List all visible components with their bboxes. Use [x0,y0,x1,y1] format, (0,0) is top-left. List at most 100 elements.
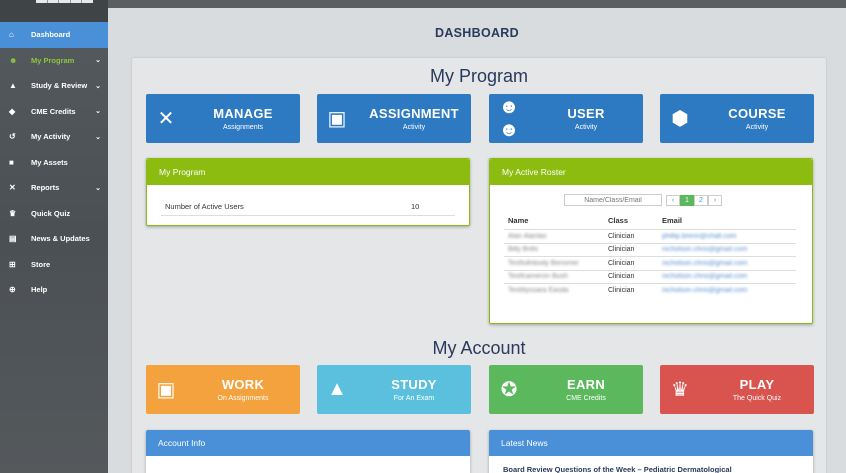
sidebar-item-my-program[interactable]: ☻ My Program ⌄ [0,48,108,74]
graduation-cap-icon: ▲ [9,81,17,91]
sidebar-item-label: Store [31,259,51,269]
sidebar-item-label: Dashboard [31,30,71,40]
table-row[interactable]: Testtilyssara Easda Clinician nicholson.ch… [504,283,796,297]
calendar-icon: ▣ [156,379,176,401]
tools-icon: ✕ [157,108,175,130]
tile-title: COURSE [728,106,786,121]
tile-title: MANAGE [213,106,273,121]
tile-subtitle: Activity [745,124,769,131]
calendar-icon: ▣ [327,108,347,130]
home-icon: ⌂ [9,30,14,40]
my-program-card: My Program Number of Active Users 10 [146,158,470,226]
roster-name-cell: Testtilyssara Easda [504,283,604,297]
account-info-card: Account Info [146,430,470,473]
sidebar-item-my-activity[interactable]: ↺ My Activity ⌄ [0,124,108,150]
top-bar [108,0,846,8]
users-icon: ☻☻ [498,95,520,141]
sidebar-item-label: Help [31,285,48,295]
table-row[interactable]: Billy Brills Clinician nicholson.chris@gma… [504,242,796,257]
graduation-cap-icon: ▲ [327,378,347,400]
user-tile-button[interactable]: ☻☻ USER Activity [489,94,643,143]
page-title: DASHBOARD [435,26,519,40]
roster-class-cell: Clinician [604,256,658,270]
news-headline-link[interactable]: Board Review Questions of the Week – Ped… [503,465,813,473]
roster-class-cell: Clinician [604,269,658,284]
tile-subtitle: For An Exam [393,395,435,402]
tile-subtitle: Assignments [222,124,264,131]
course-tile-button[interactable]: ⬢ COURSE Activity [660,94,814,143]
tile-subtitle: Activity [402,124,426,131]
pager-page-1[interactable]: 1 [680,194,694,206]
tile-subtitle: Activity [574,124,598,131]
roster-search-input[interactable] [564,194,662,206]
certificate-icon: ◆ [9,106,16,116]
roster-header-row: Name Class Email [504,212,796,230]
sidebar-item-quick-quiz[interactable]: ♛ Quick Quiz [0,201,108,227]
roster-email-cell[interactable]: nicholson.chris@gmail.com [658,256,796,270]
table-row[interactable]: Testfcameron Bush Clinician nicholson.chri… [504,269,796,284]
roster-email-cell[interactable]: nicholson.chris@gmail.com [658,283,796,297]
manage-tile-button[interactable]: ✕ MANAGE Assignments [146,94,300,143]
chevron-down-icon: ⌄ [95,133,101,141]
roster-class-cell: Clinician [604,283,658,297]
pager-page-2[interactable]: 2 [694,194,708,206]
pager-prev-button[interactable]: ‹ [666,194,680,206]
roster-email-cell[interactable]: phillip.brenn@chall.com [658,229,796,243]
sidebar-item-cme-credits[interactable]: ◆ CME Credits ⌄ [0,99,108,125]
cube-icon: ⬢ [671,108,689,130]
sidebar-item-reports[interactable]: ✕ Reports ⌄ [0,175,108,201]
assignment-tile-button[interactable]: ▣ ASSIGNMENT Activity [317,94,471,143]
section-title-my-account: My Account [432,338,526,358]
study-tile-button[interactable]: ▲ STUDY For An Exam [317,365,471,414]
table-row[interactable]: Alan Alanlas Clinician phillip.brenn@chall… [504,229,796,243]
section-title-my-program: My Program [429,66,528,86]
pager-next-button[interactable]: › [708,194,722,206]
folder-icon: ■ [9,157,14,167]
tile-title: ASSIGNMENT [369,106,459,121]
roster-controls: ‹ 1 2 › [564,194,812,206]
column-header-name: Name [508,216,529,225]
active-users-row: Number of Active Users 10 [161,202,455,216]
sidebar-item-study-review[interactable]: ▲ Study & Review ⌄ [0,73,108,99]
sidebar-nav: ⌂ Dashboard ☻ My Program ⌄ ▲ Study & Review ⌄ ◆ C… [0,22,108,303]
sidebar: ▬▬▬▬▬ ⌂ Dashboard ☻ My Program ⌄ ▲ Study & Rev… [0,0,108,473]
roster-name-cell: Testfcameron Bush [504,269,604,284]
tile-subtitle: On Assignments [217,395,269,402]
tile-title: EARN [566,377,606,392]
chevron-down-icon: ⌄ [95,57,101,65]
sidebar-item-news-updates[interactable]: ▤ News & Updates [0,226,108,252]
tools-icon: ✕ [9,183,16,193]
roster-name-cell: Testfullnbody Bensmer [504,256,604,270]
main-panel: My Program ✕ MANAGE Assignments ▣ ASSIGNMENT… [132,58,826,473]
tile-title: STUDY [391,377,437,392]
award-icon: ✪ [500,379,518,401]
trophy-icon: ♛ [9,208,17,218]
roster-email-cell[interactable]: nicholson.chris@gmail.com [658,269,796,284]
active-roster-card: My Active Roster ‹ 1 2 › Name Class Emai… [489,158,813,324]
tile-title: USER [567,106,605,121]
roster-name-cell: Alan Alanlas [504,229,604,243]
trophy-icon: ♛ [671,379,689,401]
table-row[interactable]: Testfullnbody Bensmer Clinician nicholson.… [504,256,796,270]
roster-class-cell: Clinician [604,229,658,243]
column-header-email: Email [662,216,683,225]
cart-icon: ⊞ [9,259,16,269]
tile-title: PLAY [739,377,775,392]
roster-class-cell: Clinician [604,242,658,257]
chevron-down-icon: ⌄ [95,108,101,116]
play-tile-button[interactable]: ♛ PLAY The Quick Quiz [660,365,814,414]
earn-tile-button[interactable]: ✪ EARN CME Credits [489,365,643,414]
brand-logo[interactable]: ▬▬▬▬▬ [0,0,108,22]
chevron-down-icon: ⌄ [95,82,101,90]
work-tile-button[interactable]: ▣ WORK On Assignments [146,365,300,414]
sidebar-item-my-assets[interactable]: ■ My Assets [0,150,108,176]
sidebar-item-store[interactable]: ⊞ Store [0,252,108,278]
sidebar-item-label: News & Updates [31,234,90,244]
sidebar-item-dashboard[interactable]: ⌂ Dashboard [0,22,108,48]
tile-subtitle: The Quick Quiz [732,395,782,402]
chevron-down-icon: ⌄ [95,184,101,192]
active-roster-card-header: My Active Roster [490,159,812,185]
roster-email-cell[interactable]: nicholson.chris@gmail.com [658,242,796,257]
sidebar-item-help[interactable]: ⊕ Help [0,277,108,303]
active-users-value: 10 [411,202,420,211]
